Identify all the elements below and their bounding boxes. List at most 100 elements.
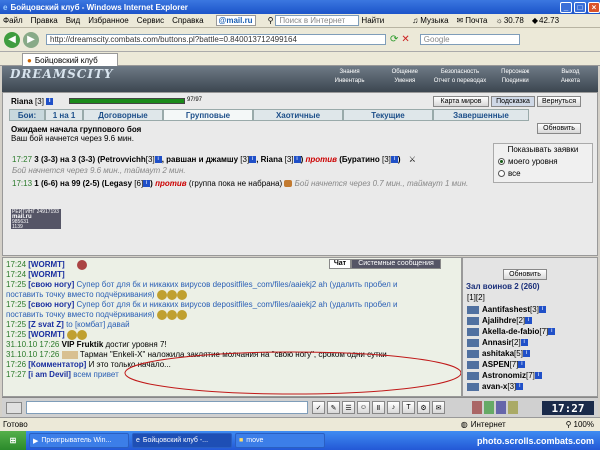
filter-icon[interactable]: ☰ bbox=[342, 401, 355, 414]
menu-file[interactable]: Файл bbox=[3, 16, 23, 25]
player-row[interactable]: ASPEN [7] i bbox=[463, 359, 597, 370]
player-row-name[interactable]: avan-x bbox=[482, 382, 507, 391]
info-icon[interactable]: i bbox=[390, 156, 398, 164]
google-search-input[interactable]: Google bbox=[419, 34, 520, 45]
mailru-counter-banner[interactable]: РЕЙТИНГ 24917193 mail.ru 985631 1139 bbox=[11, 209, 61, 230]
link-community[interactable]: Общение bbox=[377, 69, 432, 78]
map-icon[interactable] bbox=[496, 401, 506, 414]
join-shield-icon[interactable] bbox=[284, 180, 293, 188]
tab-finished[interactable]: Завершенные bbox=[433, 109, 529, 121]
url-input[interactable]: http://dreamscity.combats.com/buttons.pl… bbox=[46, 34, 386, 45]
chat-nick[interactable]: [i am Devil] bbox=[28, 370, 71, 379]
send-icon[interactable]: ✓ bbox=[312, 401, 325, 414]
close-button[interactable]: × bbox=[588, 1, 600, 13]
menu-favorites[interactable]: Избранное bbox=[88, 16, 129, 25]
find-button[interactable]: Найти bbox=[361, 16, 384, 25]
start-button[interactable]: ⊞ bbox=[0, 431, 26, 450]
player-row-name[interactable]: Astronomiz bbox=[482, 371, 526, 380]
taskbar-item-browser[interactable]: e Бойцовский клуб -... bbox=[132, 433, 232, 448]
radio-selected-icon[interactable] bbox=[498, 158, 505, 165]
info-icon[interactable]: i bbox=[538, 306, 546, 313]
info-icon[interactable]: i bbox=[534, 372, 542, 379]
link-character[interactable]: Персонаж bbox=[488, 69, 543, 78]
link-inventory[interactable]: Инвентарь bbox=[322, 78, 377, 87]
hint-button[interactable]: Подсказка bbox=[491, 96, 535, 107]
tab-1v1[interactable]: 1 на 1 bbox=[45, 109, 83, 121]
zoom-icon[interactable]: ⚲ bbox=[566, 420, 572, 429]
info-icon[interactable]: i bbox=[518, 361, 526, 368]
link-profile[interactable]: Анкета bbox=[543, 78, 598, 87]
player-row[interactable]: Astronomiz [7] i bbox=[463, 370, 597, 381]
info-icon[interactable]: i bbox=[293, 156, 301, 164]
link-skills[interactable]: Умения bbox=[377, 78, 432, 87]
mail-box-icon[interactable] bbox=[508, 401, 518, 414]
player-row[interactable]: Ajalihdre [2] i bbox=[463, 315, 597, 326]
chat-nick[interactable]: [свою ногу] bbox=[28, 280, 74, 289]
info-icon[interactable]: i bbox=[154, 156, 162, 164]
link-duels[interactable]: Поединки bbox=[488, 78, 543, 87]
tab-current[interactable]: Текущие bbox=[343, 109, 433, 121]
taskbar-item-folder[interactable]: ■ move bbox=[235, 433, 325, 448]
menu-edit[interactable]: Правка bbox=[31, 16, 58, 25]
speaker-icon[interactable]: ♪ bbox=[387, 401, 400, 414]
swords-icon[interactable]: ⚔ bbox=[409, 155, 416, 164]
refresh-icon[interactable]: ⟳ bbox=[390, 34, 398, 45]
taskbar-item-player[interactable]: ▶ Проигрыватель Win... bbox=[29, 433, 129, 448]
tab-chaotic[interactable]: Хаотичные bbox=[253, 109, 343, 121]
menu-help[interactable]: Справка bbox=[172, 16, 203, 25]
info-icon[interactable]: i bbox=[525, 317, 533, 324]
page-links[interactable]: [1][2] bbox=[467, 293, 485, 302]
filter-option-all[interactable]: все bbox=[498, 169, 592, 178]
bag-icon[interactable] bbox=[472, 401, 482, 414]
pause-icon[interactable]: Ⅱ bbox=[372, 401, 385, 414]
radio-icon[interactable] bbox=[498, 170, 505, 177]
info-icon[interactable]: i bbox=[516, 383, 524, 390]
link-transfers[interactable]: Отчет о переводах bbox=[432, 78, 487, 87]
tab-contract[interactable]: Договорные bbox=[83, 109, 163, 121]
translit-icon[interactable]: Т bbox=[402, 401, 415, 414]
return-button[interactable]: Вернуться bbox=[537, 96, 581, 107]
link-security[interactable]: Безопасность bbox=[432, 69, 487, 78]
chat-input[interactable] bbox=[26, 401, 308, 414]
browser-tab[interactable]: ● Бойцовский клуб bbox=[22, 53, 118, 66]
link-knowledge[interactable]: Знания bbox=[322, 69, 377, 78]
info-icon[interactable]: i bbox=[548, 328, 556, 335]
chat-nick[interactable]: [свою ногу] bbox=[28, 300, 74, 309]
player-row[interactable]: avan-x [3] i bbox=[463, 381, 597, 392]
clear-icon[interactable]: ✎ bbox=[327, 401, 340, 414]
settings-icon[interactable]: ⚙ bbox=[417, 401, 430, 414]
back-icon[interactable]: ◀ bbox=[4, 31, 20, 48]
stop-icon[interactable]: ✕ bbox=[401, 34, 409, 45]
refresh-players-button[interactable]: Обновить bbox=[503, 269, 547, 280]
chat-nick[interactable]: [WORMT] bbox=[28, 270, 64, 279]
refresh-button[interactable]: Обновить bbox=[537, 123, 581, 134]
smile-icon[interactable]: ☺ bbox=[357, 401, 370, 414]
mailru-logo[interactable]: @mail.ru bbox=[215, 15, 256, 26]
player-row-name[interactable]: Annasir bbox=[482, 338, 512, 347]
zoom-level[interactable]: 100% bbox=[574, 420, 594, 429]
tab-group[interactable]: Групповые bbox=[163, 109, 253, 121]
chat-nick[interactable]: VIP Fruktik bbox=[62, 340, 104, 349]
player-row[interactable]: Aantifashest [3] i bbox=[463, 304, 597, 315]
chat-nick[interactable]: [WORMT] bbox=[28, 330, 64, 339]
info-icon[interactable]: i bbox=[522, 350, 530, 357]
mailru-search-input[interactable]: Поиск в Интернет bbox=[275, 15, 360, 26]
player-row-name[interactable]: Akella-de-fabio bbox=[482, 327, 539, 336]
private-icon[interactable]: ✉ bbox=[432, 401, 445, 414]
filter-option-my-level[interactable]: моего уровня bbox=[498, 157, 592, 166]
chat-nick[interactable]: [Z svat Z] bbox=[28, 320, 64, 329]
forward-icon[interactable]: ▶ bbox=[23, 31, 39, 48]
music-link[interactable]: Музыка bbox=[420, 16, 448, 25]
player-row-name[interactable]: ASPEN bbox=[482, 360, 510, 369]
mail-link[interactable]: Почта bbox=[465, 16, 487, 25]
menu-tools[interactable]: Сервис bbox=[137, 16, 164, 25]
player-row[interactable]: ashitaka [5] i bbox=[463, 348, 597, 359]
menu-view[interactable]: Вид bbox=[66, 16, 80, 25]
link-exit[interactable]: Выход bbox=[543, 69, 598, 78]
world-map-button[interactable]: Карта миров bbox=[433, 96, 489, 107]
player-row-name[interactable]: Ajalihdre bbox=[482, 316, 516, 325]
book-icon[interactable] bbox=[484, 401, 494, 414]
player-row[interactable]: Akella-de-fabio [7] i bbox=[463, 326, 597, 337]
player-row-name[interactable]: ashitaka bbox=[482, 349, 514, 358]
player-row-name[interactable]: Aantifashest bbox=[482, 305, 530, 314]
